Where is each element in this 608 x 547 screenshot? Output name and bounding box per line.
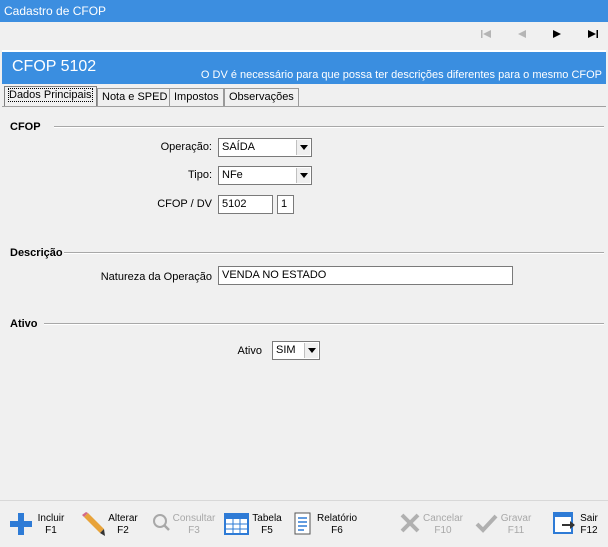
report-icon xyxy=(292,511,318,537)
window-title-bar: Cadastro de CFOP xyxy=(0,0,608,22)
relatorio-button[interactable]: Relatório F6 xyxy=(292,509,358,543)
alterar-button[interactable]: Alterar F2 xyxy=(80,509,140,543)
tab-dados-principais[interactable]: Dados Principais xyxy=(4,86,97,107)
cancel-x-icon xyxy=(398,511,424,537)
cfop-section-title: CFOP xyxy=(10,121,41,133)
consultar-button[interactable]: Consultar F3 xyxy=(150,509,216,543)
descricao-section-divider xyxy=(64,252,604,254)
cfop-section-divider xyxy=(54,126,604,128)
record-navigation-bar xyxy=(0,22,608,48)
dv-input[interactable]: 1 xyxy=(277,195,294,214)
plus-icon xyxy=(8,511,34,537)
action-toolbar: Incluir F1 Alterar F2 Consultar F3 Tabel… xyxy=(0,500,608,547)
cfop-code-input[interactable]: 5102 xyxy=(218,195,273,214)
cfop-dv-label: CFOP / DV xyxy=(157,198,212,210)
tab-impostos[interactable]: Impostos xyxy=(169,88,224,106)
sair-button[interactable]: Sair F12 xyxy=(552,509,604,543)
operacao-select[interactable]: SAÍDA xyxy=(218,138,312,157)
tipo-select[interactable]: NFe xyxy=(218,166,312,185)
ativo-label: Ativo xyxy=(237,345,262,357)
descricao-section-title: Descrição xyxy=(10,247,63,259)
chevron-down-icon xyxy=(296,140,310,155)
checkmark-icon xyxy=(474,511,500,537)
window-title: Cadastro de CFOP xyxy=(4,4,107,18)
natureza-operacao-input[interactable]: VENDA NO ESTADO xyxy=(218,266,513,285)
natureza-operacao-label: Natureza da Operação xyxy=(100,271,212,283)
cancelar-button[interactable]: Cancelar F10 xyxy=(398,509,464,543)
ativo-section-divider xyxy=(44,323,604,325)
tabela-button[interactable]: Tabela F5 xyxy=(224,509,284,543)
previous-record-icon[interactable] xyxy=(514,27,530,41)
tipo-label: Tipo: xyxy=(187,169,212,181)
ativo-section-title: Ativo xyxy=(10,318,38,330)
record-title: CFOP 5102 xyxy=(12,58,97,75)
gravar-button[interactable]: Gravar F11 xyxy=(474,509,534,543)
dv-note: O DV é necessário para que possa ter des… xyxy=(200,69,602,81)
pencil-icon xyxy=(80,511,106,537)
ativo-select[interactable]: SIM xyxy=(272,341,320,360)
last-record-icon[interactable] xyxy=(585,27,601,41)
tab-observacoes[interactable]: Observações xyxy=(224,88,299,106)
exit-icon xyxy=(552,511,578,537)
record-header: CFOP 5102 O DV é necessário para que pos… xyxy=(2,50,606,84)
chevron-down-icon xyxy=(304,343,318,358)
operacao-label: Operação: xyxy=(160,141,212,153)
chevron-down-icon xyxy=(296,168,310,183)
tab-nota-e-sped[interactable]: Nota e SPED xyxy=(97,88,173,106)
incluir-button[interactable]: Incluir F1 xyxy=(8,509,68,543)
table-icon xyxy=(224,511,250,537)
first-record-icon[interactable] xyxy=(478,27,494,41)
next-record-icon[interactable] xyxy=(549,27,565,41)
dados-principais-panel: CFOP Operação: SAÍDA Tipo: NFe CFOP / DV… xyxy=(2,106,606,496)
